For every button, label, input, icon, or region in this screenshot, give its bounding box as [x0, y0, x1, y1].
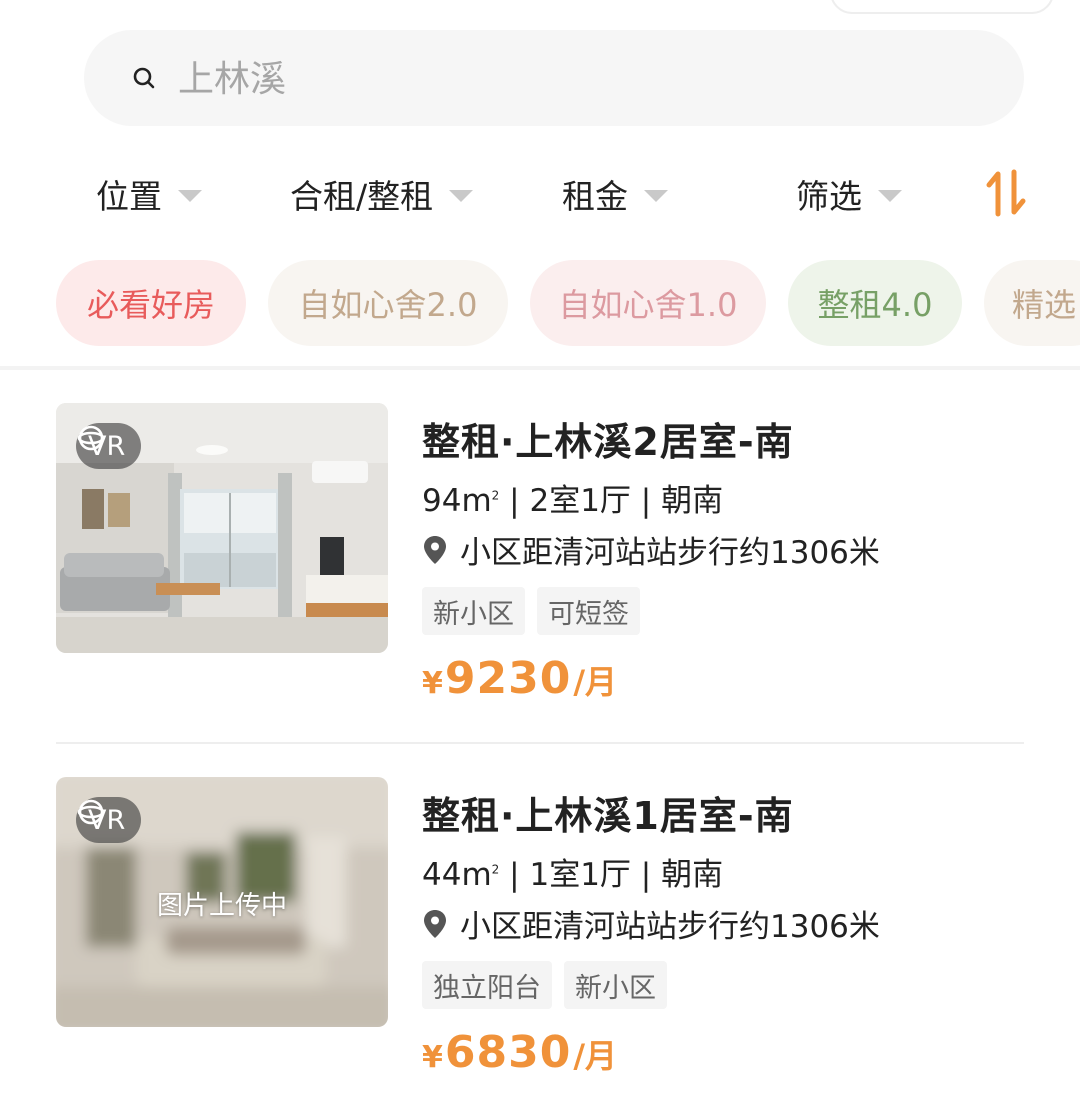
listing-tag: 可短签	[537, 587, 640, 635]
listing-photo[interactable]: VR	[56, 403, 388, 653]
chip-whole-rent-4[interactable]: 整租4.0	[788, 260, 962, 346]
listing-price: ¥ 6830 /月	[422, 1027, 617, 1078]
vr-badge[interactable]: VR	[76, 797, 142, 843]
photo-uploading-label: 图片上传中	[156, 891, 287, 921]
spec-separator: |	[509, 483, 520, 519]
location-text: 小区距清河站站步行约1306米	[460, 909, 880, 945]
spec-separator: |	[640, 483, 652, 519]
listing-card[interactable]: VR 整租·上林溪2居室-南 94m2 | 2室1厅 | 朝南 小区距清河站站步…	[0, 403, 1080, 733]
chip-label: 自如心舍1.0	[558, 286, 738, 324]
location-pin-icon	[424, 909, 446, 938]
area-unit-sup: 2	[491, 488, 500, 503]
top-pill-button[interactable]	[830, 0, 1054, 14]
filter-rent-type-label: 合租/整租	[290, 177, 434, 216]
currency-symbol: ¥	[422, 666, 443, 701]
price-value: 6830	[444, 1027, 572, 1078]
chip-label: 必看好房	[86, 286, 215, 324]
caret-down-icon	[449, 190, 474, 202]
area-unit: m	[461, 857, 492, 893]
caret-down-icon	[178, 190, 202, 202]
price-unit: /月	[573, 1037, 618, 1075]
vr-icon	[77, 799, 105, 825]
currency-symbol: ¥	[422, 1040, 443, 1075]
filter-price[interactable]: 租金	[562, 166, 668, 222]
listing-card[interactable]: VR 图片上传中 整租·上林溪1居室-南 44m2 | 1室1厅 | 朝南 小区…	[0, 777, 1080, 1107]
caret-down-icon	[878, 190, 902, 202]
listing-tag: 新小区	[422, 587, 525, 635]
filter-more-label: 筛选	[796, 177, 862, 216]
listing-title: 整租·上林溪2居室-南	[422, 420, 794, 464]
filter-price-label: 租金	[562, 177, 628, 216]
listing-price: ¥ 9230 /月	[422, 653, 617, 704]
listing-specs: 44m2 | 1室1厅 | 朝南	[422, 849, 723, 894]
room-layout: 2室1厅	[529, 483, 631, 519]
sort-icon[interactable]	[984, 168, 1028, 218]
chip-label: 自如心舍2.0	[298, 286, 478, 324]
filter-location-label: 位置	[96, 177, 162, 216]
spec-separator: |	[640, 857, 652, 893]
vr-icon	[77, 425, 105, 451]
listing-location: 小区距清河站站步行约1306米	[422, 901, 880, 946]
listing-specs: 94m2 | 2室1厅 | 朝南	[422, 475, 723, 520]
area-unit-sup: 2	[491, 862, 500, 877]
chip-label: 整租4.0	[817, 286, 933, 324]
spec-separator: |	[509, 857, 520, 893]
listing-photo[interactable]: VR 图片上传中	[56, 777, 388, 1027]
chip-featured[interactable]: 精选	[984, 260, 1080, 346]
listing-tag: 新小区	[564, 961, 667, 1009]
chip-ziroom-home-1[interactable]: 自如心舍1.0	[530, 260, 766, 346]
location-pin-icon	[424, 535, 446, 564]
caret-down-icon	[644, 190, 668, 202]
filter-more[interactable]: 筛选	[796, 166, 902, 222]
chip-ziroom-home-2[interactable]: 自如心舍2.0	[268, 260, 508, 346]
listing-tag: 独立阳台	[422, 961, 552, 1009]
area-unit: m	[461, 483, 492, 519]
filter-location[interactable]: 位置	[96, 166, 202, 222]
price-unit: /月	[573, 663, 618, 701]
search-bar[interactable]	[84, 30, 1024, 126]
room-layout: 1室1厅	[529, 857, 631, 893]
listing-tags: 新小区 可短签	[422, 587, 640, 635]
search-icon	[133, 67, 155, 89]
chip-label: 精选	[1012, 286, 1077, 324]
chip-must-see[interactable]: 必看好房	[56, 260, 246, 346]
orientation: 朝南	[661, 483, 724, 519]
search-input[interactable]	[176, 52, 980, 106]
orientation: 朝南	[661, 857, 724, 893]
area-value: 44	[422, 857, 462, 893]
location-text: 小区距清河站站步行约1306米	[460, 535, 880, 571]
filter-rent-type[interactable]: 合租/整租	[290, 166, 474, 222]
area-value: 94	[422, 483, 462, 519]
section-divider	[0, 366, 1080, 370]
vr-badge[interactable]: VR	[76, 423, 142, 469]
listing-tags: 独立阳台 新小区	[422, 961, 667, 1009]
listing-divider	[56, 742, 1024, 744]
price-value: 9230	[444, 653, 572, 704]
listing-location: 小区距清河站站步行约1306米	[422, 527, 880, 572]
listing-title: 整租·上林溪1居室-南	[422, 794, 794, 838]
